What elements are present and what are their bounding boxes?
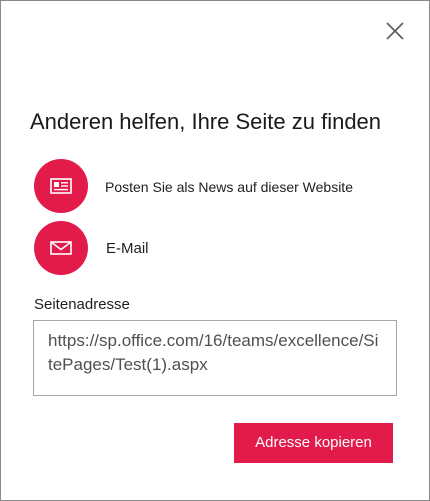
email-label: E-Mail <box>106 240 149 257</box>
mail-icon <box>50 241 72 255</box>
email-action[interactable]: E-Mail <box>34 221 414 277</box>
post-as-news-label: Posten Sie als News auf dieser Website <box>105 179 353 195</box>
copy-address-button[interactable]: Adresse kopieren <box>234 423 393 463</box>
news-icon-circle <box>34 159 88 213</box>
dialog-title: Anderen helfen, Ihre Seite zu finden <box>30 109 382 134</box>
page-address-label: Seitenadresse <box>34 296 130 313</box>
close-icon <box>386 22 404 40</box>
mail-icon-circle <box>34 221 88 275</box>
close-button[interactable] <box>383 19 407 43</box>
page-address-field[interactable]: https://sp.office.com/16/teams/excellenc… <box>33 320 397 396</box>
share-dialog: Anderen helfen, Ihre Seite zu finden Pos… <box>0 0 430 501</box>
news-icon <box>50 178 72 194</box>
post-as-news-action[interactable]: Posten Sie als News auf dieser Website <box>34 159 414 215</box>
